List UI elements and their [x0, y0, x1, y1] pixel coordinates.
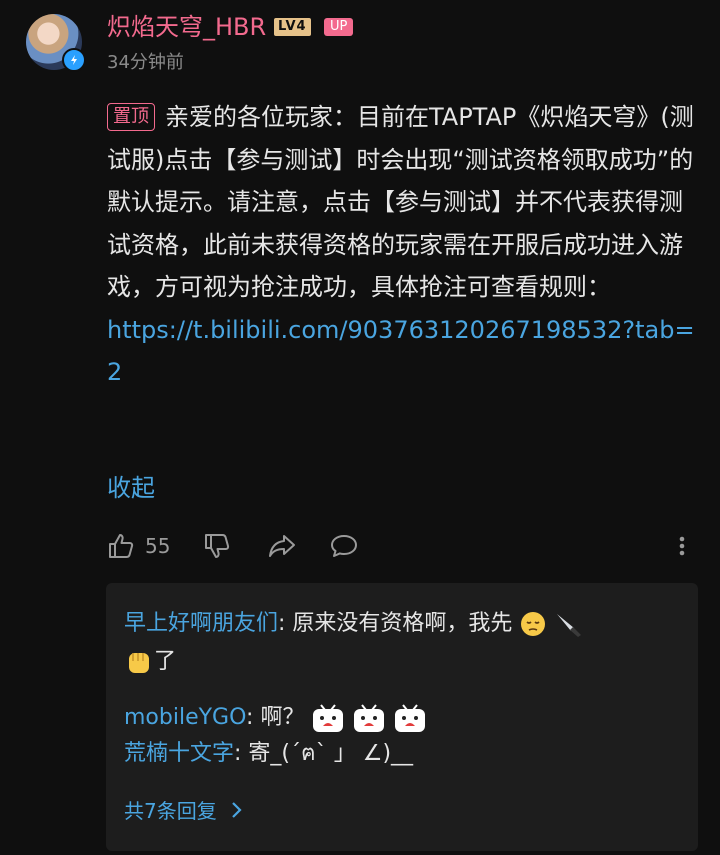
thumb-up-icon	[109, 534, 134, 558]
reply-text: 啊？	[253, 705, 305, 730]
reply-item: 荒楠十文字: 寄_(´ฅ` 」 ∠)__	[124, 741, 414, 766]
pinned-tag: 置顶	[107, 103, 155, 131]
action-bar: 55	[107, 526, 697, 566]
more-button[interactable]	[675, 526, 689, 566]
dislike-button[interactable]	[203, 526, 231, 566]
view-all-replies[interactable]: 共7条回复	[124, 795, 247, 824]
reply-item: 早上好啊朋友们: 原来没有资格啊，我先 了	[124, 605, 684, 681]
fist-emoji	[129, 653, 149, 673]
reply-author[interactable]: mobileYGO	[124, 705, 246, 730]
reply-preview[interactable]: 早上好啊朋友们: 原来没有资格啊，我先 了 mobileYGO: 啊？ 荒楠十文…	[106, 583, 698, 851]
post-text: 亲爱的各位玩家：目前在TAPTAP《炽焰天穹》(测试服)点击【参与测试】时会出现…	[107, 103, 694, 301]
like-button[interactable]: 55	[107, 526, 170, 566]
tv-sticker	[354, 704, 385, 732]
up-badge: UP	[324, 18, 354, 36]
tv-sticker	[395, 704, 426, 732]
comment-icon	[331, 535, 357, 557]
reply-author[interactable]: 早上好啊朋友们	[124, 611, 278, 636]
reply-item: mobileYGO: 啊？	[124, 699, 684, 737]
share-button[interactable]	[267, 526, 297, 566]
pensive-emoji	[521, 612, 546, 636]
like-count: 55	[145, 534, 171, 558]
more-vertical-icon	[679, 536, 685, 556]
avatar[interactable]	[26, 14, 86, 72]
verified-icon	[62, 48, 86, 72]
post-content: 置顶 亲爱的各位玩家：目前在TAPTAP《炽焰天穹》(测试服)点击【参与测试】时会…	[107, 96, 703, 394]
username[interactable]: 炽焰天穹_HBR	[107, 12, 266, 42]
post-link[interactable]: https://t.bilibili.com/90376312026719853…	[107, 316, 695, 387]
share-icon	[269, 535, 295, 557]
tv-sticker	[313, 704, 344, 732]
collapse-button[interactable]: 收起	[107, 468, 155, 503]
reply-count-label: 共7条回复	[124, 799, 217, 823]
reply-author[interactable]: 荒楠十文字	[124, 741, 234, 766]
thumb-down-icon	[205, 534, 230, 558]
reply-text: 寄_(´ฅ` 」 ∠)__	[241, 741, 414, 766]
reply-text-tail: 了	[154, 649, 177, 674]
reply-text: 原来没有资格啊，我先	[285, 611, 513, 636]
level-badge: LV4	[274, 18, 311, 36]
post-time: 34分钟前	[107, 52, 184, 73]
knife-emoji	[557, 614, 582, 637]
comment-button[interactable]	[329, 526, 359, 566]
chevron-right-icon	[231, 801, 242, 818]
